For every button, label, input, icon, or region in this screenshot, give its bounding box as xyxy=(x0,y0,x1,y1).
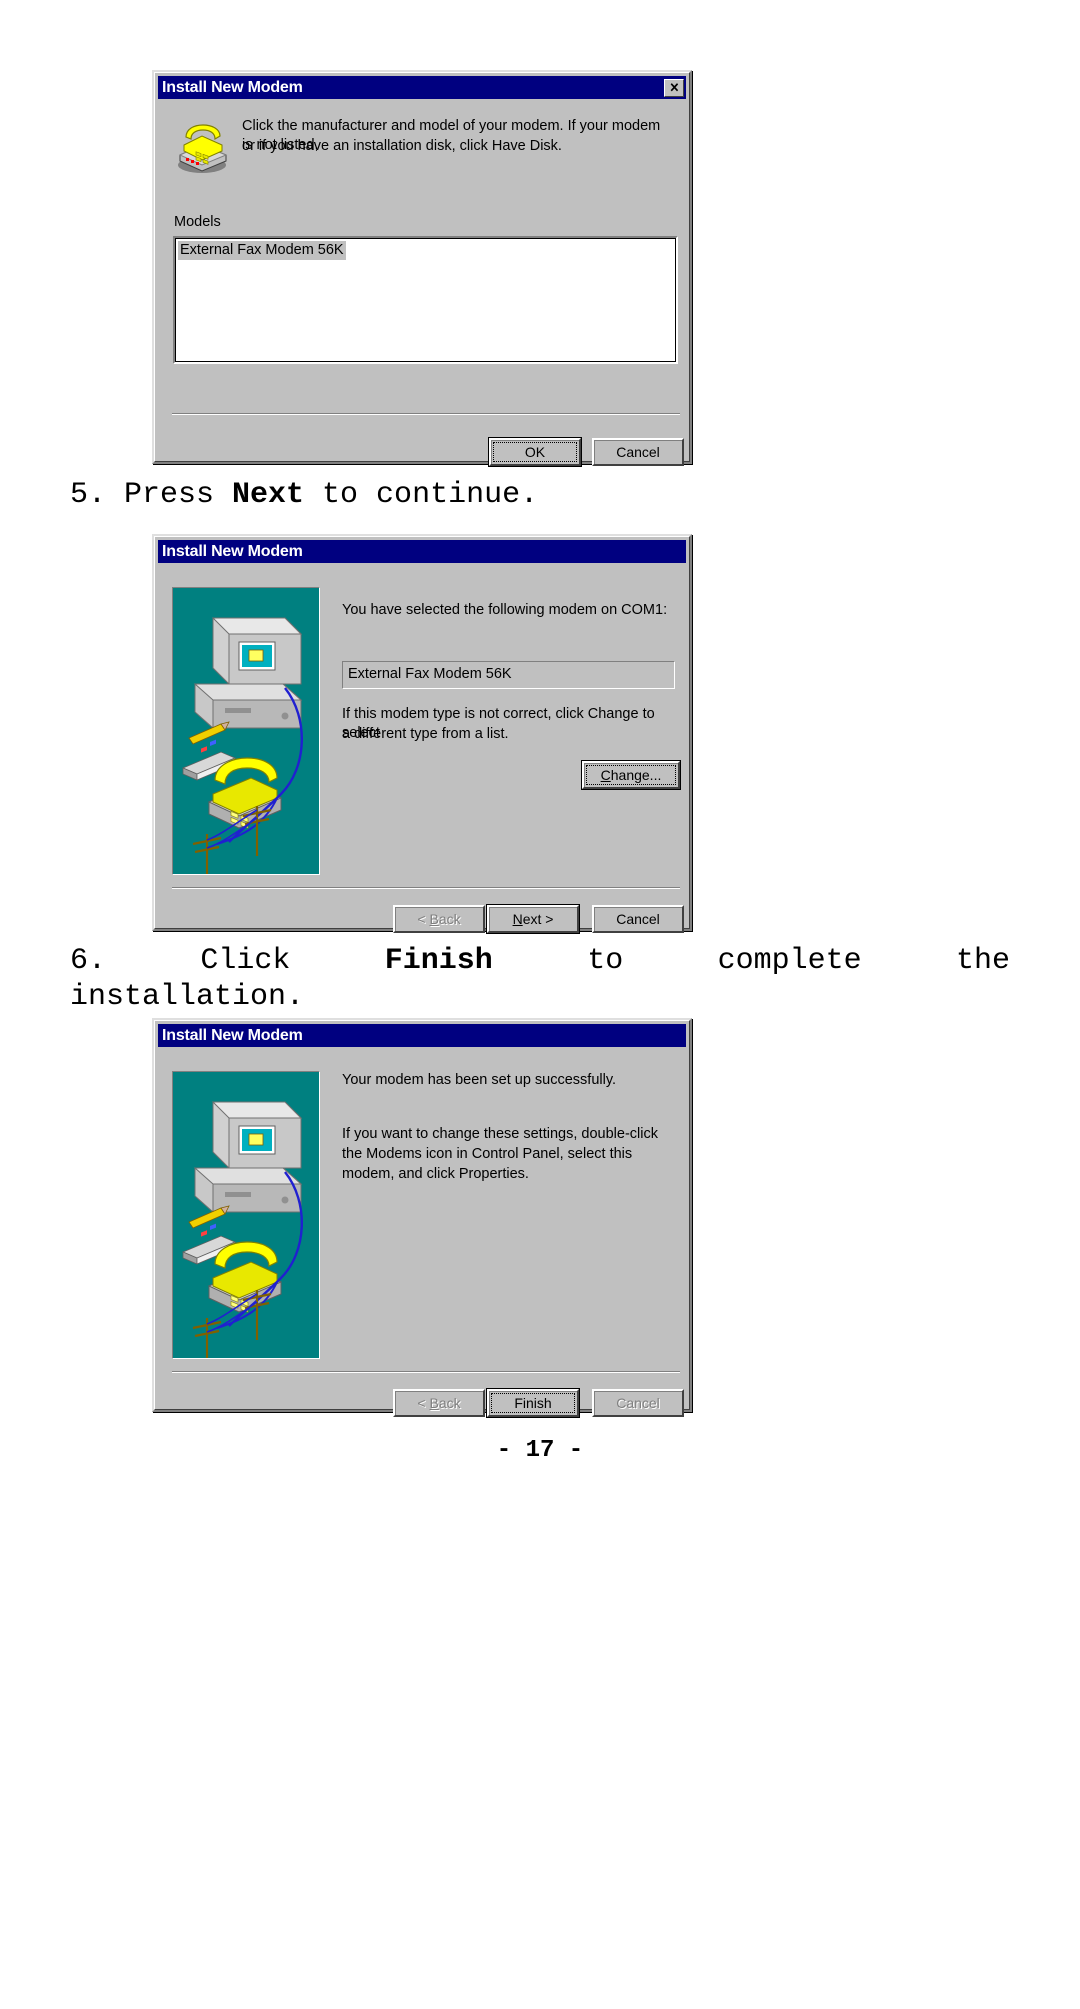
modem-phone-icon-svg xyxy=(178,124,228,173)
step-5-suffix: to continue. xyxy=(304,478,539,512)
dialog-install-new-modem-confirm: Install New Modem You have selected the … xyxy=(152,534,692,934)
dialog2-body: You have selected the following modem on… xyxy=(158,565,686,934)
cancel-button[interactable]: Cancel xyxy=(592,438,684,466)
page-number: - 17 - xyxy=(496,1437,584,1464)
dialog2-title: Install New Modem xyxy=(162,542,303,560)
back-button-label: < Back xyxy=(417,1395,461,1411)
dialog1-title: Install New Modem xyxy=(162,78,303,96)
back-button[interactable]: < Back xyxy=(393,1389,485,1417)
dialog1-titlebar: Install New Modem ✕ xyxy=(158,76,686,99)
dialog2-titlebar: Install New Modem xyxy=(158,540,686,563)
back-button[interactable]: < Back xyxy=(393,905,485,933)
next-button[interactable]: Next > xyxy=(486,904,580,934)
next-accel: N xyxy=(512,911,523,927)
dialog1-body: Click the manufacturer and model of your… xyxy=(158,101,686,467)
cancel-button-label: Cancel xyxy=(616,1395,660,1411)
cancel-button[interactable]: Cancel xyxy=(592,905,684,933)
cancel-button[interactable]: Cancel xyxy=(592,1389,684,1417)
models-listbox[interactable]: External Fax Modem 56K xyxy=(173,236,678,364)
change-button[interactable]: Change... xyxy=(581,760,681,790)
change-rest: hange... xyxy=(610,767,662,783)
change-button-label: Change... xyxy=(601,767,662,783)
dialog-install-new-modem-finish: Install New Modem Your modem has been se… xyxy=(152,1018,692,1418)
step-5-bold: Next xyxy=(232,478,305,512)
cancel-button-label: Cancel xyxy=(616,911,660,927)
wizard-artwork-panel xyxy=(172,1071,320,1359)
dialog2-separator xyxy=(172,887,680,889)
back-accel: B xyxy=(429,911,439,927)
close-x-glyph: ✕ xyxy=(669,80,679,95)
model-item-label: External Fax Modem 56K xyxy=(178,241,346,261)
finish-button-label: Finish xyxy=(514,1395,552,1411)
dialog3-titlebar: Install New Modem xyxy=(158,1024,686,1047)
selected-modem-value: External Fax Modem 56K xyxy=(348,666,512,682)
dialog3-title: Install New Modem xyxy=(162,1026,303,1044)
dialog3-body: Your modem has been set up successfully.… xyxy=(158,1049,686,1418)
cancel-button-label: Cancel xyxy=(616,444,660,460)
change-accel: C xyxy=(600,767,611,783)
back-button-label: < Back xyxy=(417,911,461,927)
modem-phone-icon xyxy=(172,115,232,175)
dialog-install-new-modem-models: Install New Modem ✕ Click the manufactur… xyxy=(152,70,692,467)
dialog1-separator xyxy=(172,413,680,415)
step-6-bold: Finish xyxy=(384,944,493,978)
dialog1-instruction-line2: or if you have an installation disk, cli… xyxy=(242,138,562,154)
list-item[interactable]: External Fax Modem 56K xyxy=(175,238,676,261)
dialog2-heading: You have selected the following modem on… xyxy=(342,602,668,618)
dialog3-note-line1: If you want to change these settings, do… xyxy=(342,1126,658,1142)
dialog3-separator xyxy=(172,1371,680,1373)
step-6-text-line1: 6. Click Finish to complete the xyxy=(70,944,1010,979)
dialog3-heading: Your modem has been set up successfully. xyxy=(342,1072,617,1088)
selected-modem-field: External Fax Modem 56K xyxy=(342,661,675,689)
step-6-prefix: 6. Click xyxy=(70,944,385,978)
step-6-text-line2: installation. xyxy=(70,980,305,1014)
ok-button[interactable]: OK xyxy=(488,437,582,467)
next-button-label: Next > xyxy=(512,911,554,927)
document-page: Install New Modem ✕ Click the manufactur… xyxy=(0,0,1080,2009)
wizard-artwork-svg xyxy=(173,1072,319,1358)
ok-button-label: OK xyxy=(524,444,546,460)
wizard-artwork-panel xyxy=(172,587,320,875)
step-5-prefix: 5. Press xyxy=(70,478,233,512)
wizard-artwork-svg xyxy=(173,588,319,874)
close-icon[interactable]: ✕ xyxy=(664,78,684,97)
dialog3-note-line3: modem, and click Properties. xyxy=(342,1166,529,1182)
step-6-suffix: to complete the xyxy=(492,944,1011,978)
back-accel: B xyxy=(429,1395,439,1411)
dialog2-note-line2: a different type from a list. xyxy=(342,726,509,742)
step-5-text: 5. Press Next to continue. xyxy=(70,478,1010,513)
dialog3-note-line2: the Modems icon in Control Panel, select… xyxy=(342,1146,633,1162)
finish-button[interactable]: Finish xyxy=(486,1388,580,1418)
models-label: Models xyxy=(174,214,221,230)
